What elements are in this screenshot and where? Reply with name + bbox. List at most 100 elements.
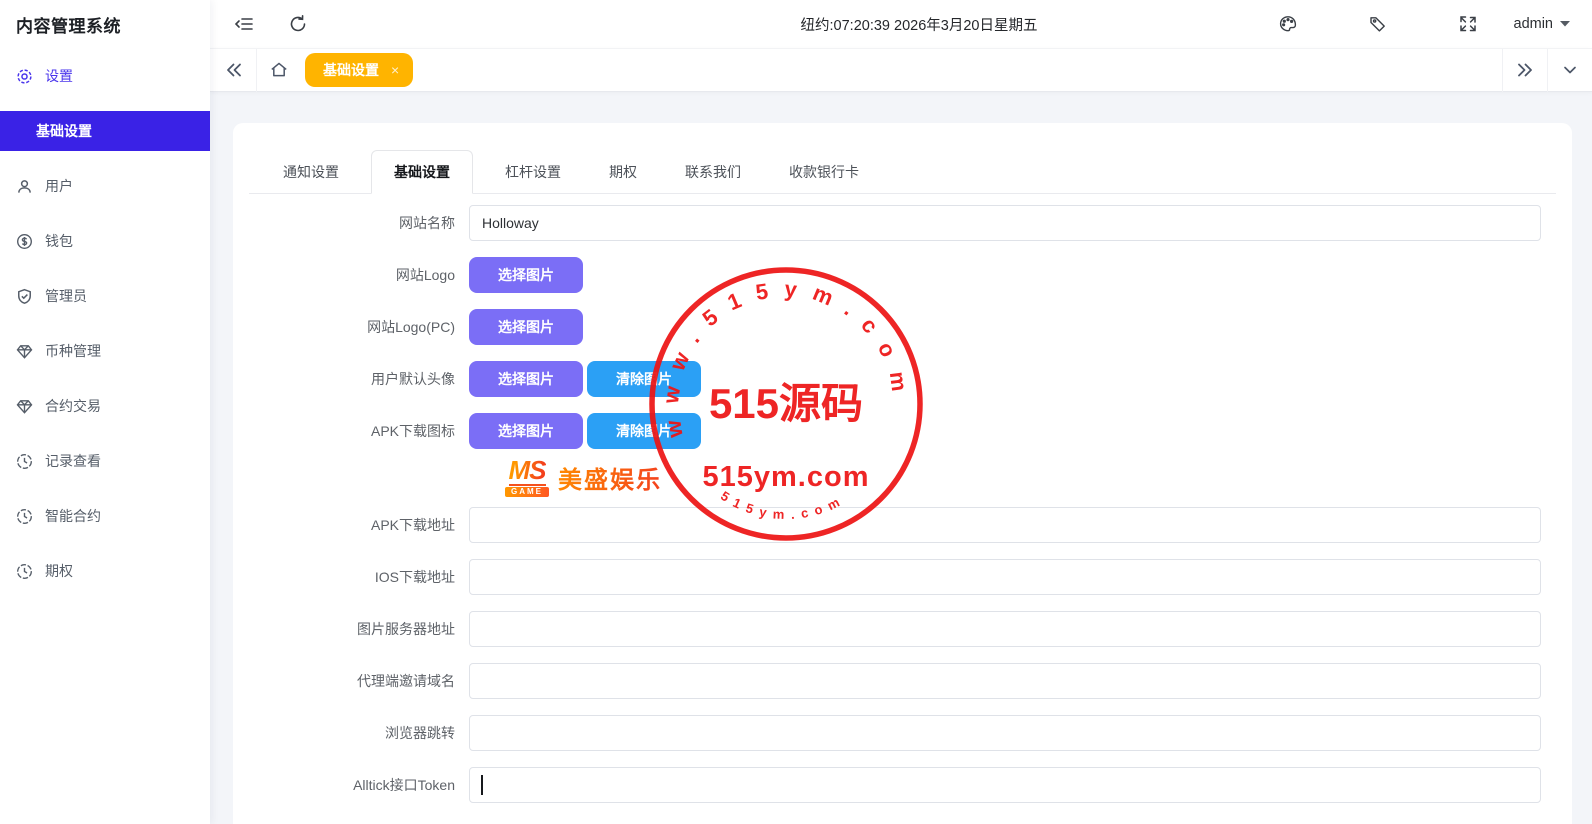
site-name-input[interactable] — [469, 205, 1541, 241]
form-row-ios-url: IOS下载地址 — [249, 559, 1556, 595]
gem-icon — [16, 343, 33, 360]
fullscreen-icon[interactable] — [1458, 14, 1478, 34]
field-label: APK下载地址 — [249, 507, 469, 543]
image-server-input[interactable] — [469, 611, 1541, 647]
sidebar-item-label: 管理员 — [45, 286, 87, 306]
game-logo-text: GAME — [505, 487, 549, 497]
apk-icon-preview-image: MS GAME 美盛娱乐 — [505, 457, 662, 497]
header-actions: admin — [1278, 14, 1571, 34]
select-image-button[interactable]: 选择图片 — [469, 413, 583, 449]
form-row-site-name: 网站名称 — [249, 205, 1556, 241]
text-cursor — [481, 775, 483, 795]
form-row-default-avatar: 用户默认头像 选择图片 清除图片 — [249, 361, 1556, 397]
divider — [1547, 49, 1548, 92]
sidebar-item-contract-trading[interactable]: 合约交易 — [0, 386, 210, 426]
ms-game-logo: MS GAME — [505, 457, 549, 497]
field-label: 网站名称 — [249, 205, 469, 241]
alltick-token-input[interactable] — [469, 767, 1541, 803]
basic-settings-form: 网站名称 网站Logo 选择图片 网站Logo(PC) — [249, 194, 1556, 803]
collapse-tabs-icon[interactable] — [224, 60, 244, 80]
ios-url-input[interactable] — [469, 559, 1541, 595]
close-icon[interactable]: × — [391, 62, 399, 78]
page-tabbar: 基础设置 × — [210, 48, 1592, 92]
app-root: 内容管理系统 设置 基础设置 用户 钱包 — [0, 0, 1592, 824]
apk-url-input[interactable] — [469, 507, 1541, 543]
clear-image-button[interactable]: 清除图片 — [587, 413, 701, 449]
sidebar-item-settings[interactable]: 设置 — [0, 56, 210, 96]
field-label: 网站Logo(PC) — [249, 309, 469, 345]
browser-redirect-input[interactable] — [469, 715, 1541, 751]
content-area: 通知设置 基础设置 杠杆设置 期权 联系我们 收款银行卡 网站名称 — [210, 92, 1592, 824]
form-row-browser-redirect: 浏览器跳转 — [249, 715, 1556, 751]
shield-check-icon — [16, 288, 33, 305]
field-label: IOS下载地址 — [249, 559, 469, 595]
field-label: 用户默认头像 — [249, 361, 469, 397]
sidebar-item-basic-settings[interactable]: 基础设置 — [0, 111, 210, 151]
tab-leverage-settings[interactable]: 杠杆设置 — [489, 150, 577, 193]
caret-down-icon — [1560, 21, 1570, 27]
top-header: 纽约:07:20:39 2026年3月20日星期五 admin — [210, 0, 1592, 48]
app-title: 内容管理系统 — [0, 0, 210, 48]
gem-icon — [16, 398, 33, 415]
refresh-icon[interactable] — [288, 14, 308, 34]
clock-icon — [16, 563, 33, 580]
clear-image-button[interactable]: 清除图片 — [587, 361, 701, 397]
sidebar-item-label: 设置 — [45, 66, 73, 86]
clock-icon — [16, 453, 33, 470]
username-text: admin — [1514, 16, 1554, 32]
form-row-apk-url: APK下载地址 — [249, 507, 1556, 543]
sidebar-item-wallet[interactable]: 钱包 — [0, 221, 210, 261]
form-row-site-logo-pc: 网站Logo(PC) 选择图片 — [249, 309, 1556, 345]
menu-fold-icon[interactable] — [234, 14, 254, 34]
user-icon — [16, 178, 33, 195]
sidebar-item-records[interactable]: 记录查看 — [0, 441, 210, 481]
select-image-button[interactable]: 选择图片 — [469, 309, 583, 345]
page-tab-basic-settings[interactable]: 基础设置 × — [305, 53, 413, 87]
form-row-site-logo: 网站Logo 选择图片 — [249, 257, 1556, 293]
tag-icon[interactable] — [1368, 14, 1388, 34]
sidebar-item-options[interactable]: 期权 — [0, 551, 210, 591]
settings-card: 通知设置 基础设置 杠杆设置 期权 联系我们 收款银行卡 网站名称 — [233, 123, 1572, 824]
form-row-alltick-token: Alltick接口Token — [249, 767, 1556, 803]
field-label: 浏览器跳转 — [249, 715, 469, 751]
agent-invite-domain-input[interactable] — [469, 663, 1541, 699]
tab-options[interactable]: 期权 — [593, 150, 653, 193]
clock-icon — [16, 508, 33, 525]
tab-notification-settings[interactable]: 通知设置 — [267, 150, 355, 193]
tab-basic-settings[interactable]: 基础设置 — [371, 150, 473, 194]
ms-logo-text: MS — [509, 457, 546, 486]
settings-tabs: 通知设置 基础设置 杠杆设置 期权 联系我们 收款银行卡 — [249, 150, 1556, 194]
sidebar-subitem-label: 基础设置 — [36, 121, 92, 141]
dollar-circle-icon — [16, 233, 33, 250]
clock-time-text: 纽约:07:20:39 2026年3月20日星期五 — [801, 14, 1038, 35]
palette-icon[interactable] — [1278, 14, 1298, 34]
divider — [256, 49, 257, 92]
home-icon[interactable] — [269, 60, 289, 80]
select-image-button[interactable]: 选择图片 — [469, 361, 583, 397]
expand-tabs-icon[interactable] — [1515, 60, 1535, 80]
sidebar-item-coins[interactable]: 币种管理 — [0, 331, 210, 371]
sidebar-item-smart-contract[interactable]: 智能合约 — [0, 496, 210, 536]
sidebar: 内容管理系统 设置 基础设置 用户 钱包 — [0, 0, 210, 824]
form-row-apk-icon: APK下载图标 选择图片 清除图片 MS GAME — [249, 413, 1556, 497]
divider — [1502, 49, 1503, 92]
page-tab-label: 基础设置 — [323, 60, 379, 80]
sidebar-item-label: 智能合约 — [45, 506, 101, 526]
sidebar-item-users[interactable]: 用户 — [0, 166, 210, 206]
sidebar-item-label: 钱包 — [45, 231, 73, 251]
tab-contact-us[interactable]: 联系我们 — [669, 150, 757, 193]
sidebar-menu: 设置 基础设置 用户 钱包 管理员 — [0, 48, 210, 606]
sidebar-item-admins[interactable]: 管理员 — [0, 276, 210, 316]
sidebar-item-label: 记录查看 — [45, 451, 101, 471]
field-label: 代理端邀请域名 — [249, 663, 469, 699]
user-menu[interactable]: admin — [1514, 16, 1571, 32]
sidebar-item-label: 币种管理 — [45, 341, 101, 361]
brand-name-text: 美盛娱乐 — [558, 460, 662, 495]
form-row-image-server: 图片服务器地址 — [249, 611, 1556, 647]
field-label: 图片服务器地址 — [249, 611, 469, 647]
select-image-button[interactable]: 选择图片 — [469, 257, 583, 293]
sidebar-item-label: 合约交易 — [45, 396, 101, 416]
tab-bank-cards[interactable]: 收款银行卡 — [773, 150, 875, 193]
chevron-down-icon[interactable] — [1560, 60, 1580, 80]
main-column: 纽约:07:20:39 2026年3月20日星期五 admin — [210, 0, 1592, 824]
